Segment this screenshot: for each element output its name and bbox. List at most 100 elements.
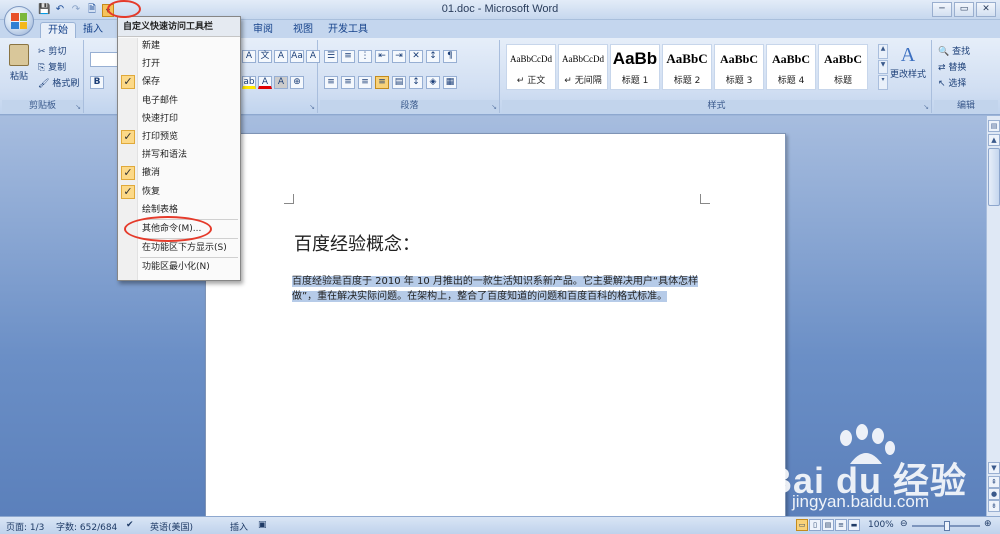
zoom-out-icon[interactable]: ⊖ — [900, 519, 908, 529]
draft-view-icon[interactable]: ▬ — [848, 519, 860, 531]
menu-item-undo[interactable]: ✓ 撤消 — [118, 164, 240, 182]
qat-customize-dropdown[interactable]: ▾ — [102, 3, 114, 17]
vertical-scrollbar[interactable]: ▤ ▲ ▼ ⇞ ● ⇟ — [986, 116, 1000, 516]
word-count[interactable]: 字数: 652/684 — [56, 520, 117, 533]
menu-item-show-below-ribbon[interactable]: 在功能区下方显示(S) — [118, 239, 240, 257]
style-title[interactable]: AaBbC 标题 — [818, 44, 868, 90]
gallery-more-icon[interactable]: ▾ — [878, 75, 888, 91]
menu-item-save[interactable]: ✓ 保存 — [118, 73, 240, 91]
multilevel-list-icon[interactable]: ⋮ — [358, 50, 372, 63]
font-color-icon[interactable]: A — [258, 76, 272, 89]
language-indicator[interactable]: 英语(美国) — [150, 520, 193, 533]
menu-item-spelling[interactable]: 拼写和语法 — [118, 146, 240, 164]
align-center-icon[interactable]: ≡ — [341, 76, 355, 89]
chinese-layout-icon[interactable]: ✕ — [409, 50, 423, 63]
enclose-char-icon[interactable]: ⊕ — [290, 76, 304, 89]
redo-icon[interactable]: ↷ — [70, 4, 82, 16]
page-count[interactable]: 页面: 1/3 — [6, 520, 44, 533]
scroll-up-icon[interactable]: ▲ — [988, 134, 1000, 146]
tab-home[interactable]: 开始 — [40, 22, 76, 38]
distributed-icon[interactable]: ▤ — [392, 76, 406, 89]
clear-format-icon[interactable]: A — [306, 50, 320, 63]
char-shading-icon[interactable]: A — [274, 76, 288, 89]
show-marks-icon[interactable]: ¶ — [443, 50, 457, 63]
tab-review[interactable]: 审阅 — [248, 22, 278, 38]
sort-icon[interactable]: ↕ — [426, 50, 440, 63]
style-no-spacing[interactable]: AaBbCcDd ↵ 无间隔 — [558, 44, 608, 90]
macro-record-icon[interactable]: ▣ — [258, 520, 267, 530]
style-heading-1[interactable]: AaBb 标题 1 — [610, 44, 660, 90]
maximize-button[interactable]: ▭ — [954, 2, 974, 17]
selected-text[interactable]: 百度经验是百度于 2010 年 10 月推出的一款生活知识系新产品。它主要解决用… — [292, 276, 699, 302]
style-heading-2[interactable]: AaBbC 标题 2 — [662, 44, 712, 90]
office-button[interactable] — [4, 6, 34, 36]
char-border-icon[interactable]: A — [274, 50, 288, 63]
font-launcher-icon[interactable]: ↘ — [309, 103, 315, 111]
menu-item-email[interactable]: 电子邮件 — [118, 92, 240, 110]
bullets-icon[interactable]: ☰ — [324, 50, 338, 63]
next-page-icon[interactable]: ⇟ — [988, 500, 1000, 512]
align-right-icon[interactable]: ≡ — [358, 76, 372, 89]
zoom-slider-knob[interactable] — [944, 521, 950, 531]
web-layout-icon[interactable]: ▤ — [822, 519, 834, 531]
menu-item-redo[interactable]: ✓ 恢复 — [118, 183, 240, 201]
print-layout-icon[interactable]: ▭ — [796, 519, 808, 531]
tab-insert[interactable]: 插入 — [78, 22, 108, 38]
increase-indent-icon[interactable]: ⇥ — [392, 50, 406, 63]
cut-button[interactable]: ✂ 剪切 — [38, 44, 66, 57]
scroll-down-icon[interactable]: ▼ — [988, 462, 1000, 474]
shrink-font-icon[interactable]: A — [242, 50, 256, 63]
decrease-indent-icon[interactable]: ⇤ — [375, 50, 389, 63]
justify-icon[interactable]: ≡ — [375, 76, 389, 89]
menu-item-draw-table[interactable]: 绘制表格 — [118, 201, 240, 219]
menu-item-more-commands[interactable]: 其他命令(M)... — [118, 220, 240, 238]
clipboard-launcher-icon[interactable]: ↘ — [75, 103, 81, 111]
change-styles-button[interactable]: A 更改样式 — [890, 44, 926, 80]
change-case-icon[interactable]: Aa — [290, 50, 304, 63]
prev-page-icon[interactable]: ⇞ — [988, 476, 1000, 488]
style-heading-4[interactable]: AaBbC 标题 4 — [766, 44, 816, 90]
undo-icon[interactable]: ↶ — [54, 4, 66, 16]
tab-developer[interactable]: 开发工具 — [328, 22, 368, 38]
document-page[interactable]: 百度经验概念： 百度经验是百度于 2010 年 10 月推出的一款生活知识系新产… — [205, 133, 786, 516]
outline-view-icon[interactable]: ≡ — [835, 519, 847, 531]
insert-mode[interactable]: 插入 — [230, 520, 248, 533]
find-button[interactable]: 🔍 查找 — [938, 44, 970, 57]
bold-button[interactable]: B — [90, 76, 104, 89]
tab-view[interactable]: 视图 — [288, 22, 318, 38]
document-body[interactable]: 百度经验是百度于 2010 年 10 月推出的一款生活知识系新产品。它主要解决用… — [292, 274, 702, 304]
style-heading-3[interactable]: AaBbC 标题 3 — [714, 44, 764, 90]
align-left-icon[interactable]: ≡ — [324, 76, 338, 89]
minimize-button[interactable]: ─ — [932, 2, 952, 17]
line-spacing-icon[interactable]: ↕ — [409, 76, 423, 89]
gallery-down-icon[interactable]: ▼ — [878, 59, 888, 75]
menu-item-print-preview[interactable]: ✓ 打印预览 — [118, 128, 240, 146]
style-normal[interactable]: AaBbCcDd ↵ 正文 — [506, 44, 556, 90]
menu-item-new[interactable]: 新建 — [118, 37, 240, 55]
format-painter-button[interactable]: 🖌 格式刷 — [38, 76, 79, 89]
copy-button[interactable]: ⎘ 复制 — [38, 60, 66, 73]
zoom-in-icon[interactable]: ⊕ — [984, 519, 992, 529]
highlight-icon[interactable]: ab — [242, 76, 256, 89]
select-button[interactable]: ↖ 选择 — [938, 76, 966, 89]
close-button[interactable]: ✕ — [976, 2, 996, 17]
replace-button[interactable]: ⇄ 替换 — [938, 60, 966, 73]
save-icon[interactable]: 💾 — [38, 4, 50, 16]
phonetic-icon[interactable]: 文 — [258, 50, 272, 63]
shading-icon[interactable]: ◈ — [426, 76, 440, 89]
browse-object-icon[interactable]: ● — [988, 488, 1000, 500]
numbering-icon[interactable]: ≡ — [341, 50, 355, 63]
document-heading[interactable]: 百度经验概念： — [294, 230, 420, 256]
scroll-thumb[interactable] — [988, 148, 1000, 206]
paragraph-launcher-icon[interactable]: ↘ — [491, 103, 497, 111]
paste-button[interactable]: 粘贴 — [6, 44, 32, 82]
borders-icon[interactable]: ▦ — [443, 76, 457, 89]
styles-launcher-icon[interactable]: ↘ — [923, 103, 929, 111]
proofing-icon[interactable]: ✔ — [126, 520, 134, 530]
print-preview-icon[interactable]: 🗎 — [86, 4, 98, 16]
menu-item-minimize-ribbon[interactable]: 功能区最小化(N) — [118, 258, 240, 276]
zoom-level[interactable]: 100% — [868, 520, 894, 530]
menu-item-open[interactable]: 打开 — [118, 55, 240, 73]
font-name-combo[interactable] — [90, 52, 120, 67]
ruler-toggle-icon[interactable]: ▤ — [988, 120, 1000, 132]
